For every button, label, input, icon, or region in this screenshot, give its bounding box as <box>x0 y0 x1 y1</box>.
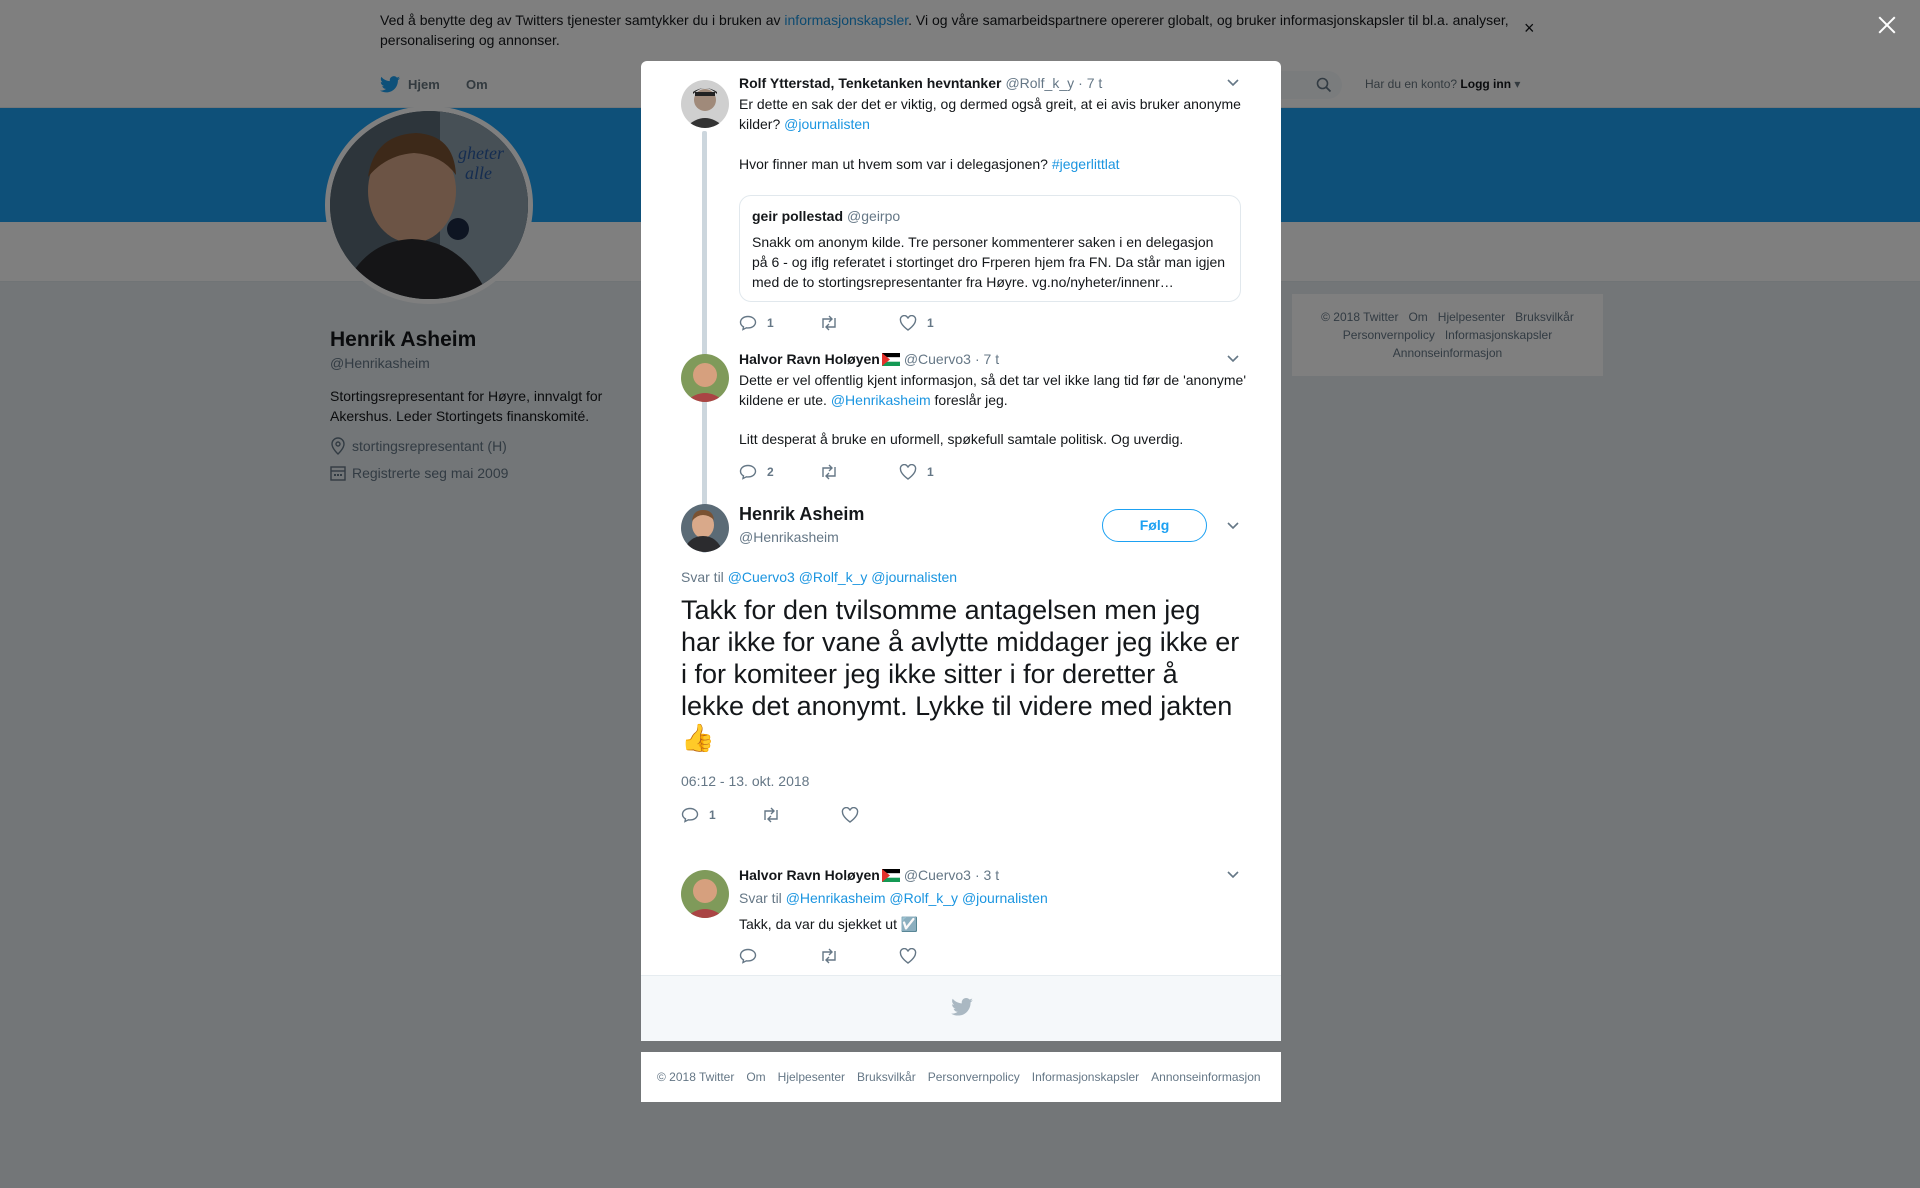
main-tweet-author-name[interactable]: Henrik Asheim <box>739 504 864 525</box>
main-tweet-author-handle[interactable]: @Henrikasheim <box>739 529 839 545</box>
avatar[interactable] <box>681 354 729 402</box>
like-count: 1 <box>927 316 934 330</box>
tweet-time[interactable]: · 3 t <box>975 867 999 883</box>
page-footer: © 2018 Twitter Om Hjelpesenter Bruksvilk… <box>641 1052 1281 1102</box>
footer-link-privacy[interactable]: Personvernpolicy <box>928 1070 1020 1084</box>
palestine-flag-icon <box>881 353 900 369</box>
reply-mentions[interactable]: @Cuervo3 @Rolf_k_y @journalisten <box>728 569 957 585</box>
reply-icon <box>681 807 699 823</box>
like-button[interactable]: 1 <box>899 315 979 331</box>
reply-count: 1 <box>767 316 774 330</box>
reply-button[interactable]: 1 <box>681 807 761 823</box>
heart-icon <box>899 464 917 480</box>
reply-button[interactable]: 1 <box>739 315 819 331</box>
reply-icon <box>739 315 757 331</box>
tweet-author-handle[interactable]: @Cuervo3 <box>904 351 971 367</box>
reply-context: Svar til @Henrikasheim @Rolf_k_y @journa… <box>739 890 1048 906</box>
footer-link-cookies[interactable]: Informasjonskapsler <box>1032 1070 1139 1084</box>
like-button[interactable]: 1 <box>899 464 979 480</box>
reply-icon <box>739 464 757 480</box>
retweet-icon <box>764 807 778 823</box>
tweet-author-name[interactable]: Halvor Ravn Holøyen <box>739 351 880 367</box>
quoted-tweet[interactable]: geir pollestad @geirpo Snakk om anonym ki… <box>739 195 1241 302</box>
chevron-down-icon[interactable] <box>1227 79 1239 87</box>
tweet-text: Dette er vel offentlig kjent informasjon… <box>739 372 1247 408</box>
follow-button[interactable]: Følg <box>1102 509 1207 542</box>
tweet-header: Halvor Ravn Holøyen @Cuervo3 · 7 t <box>739 351 999 369</box>
like-button[interactable] <box>899 948 979 964</box>
tweet-actions: 2 1 <box>739 464 979 480</box>
retweet-icon <box>822 948 836 964</box>
like-count: 1 <box>927 465 934 479</box>
heart-icon <box>899 315 917 331</box>
tweet-time[interactable]: · 7 t <box>975 351 999 367</box>
main-tweet-timestamp[interactable]: 06:12 - 13. okt. 2018 <box>681 773 809 789</box>
chevron-down-icon[interactable] <box>1227 871 1239 879</box>
mention-link[interactable]: @Henrikasheim <box>831 392 931 408</box>
retweet-button[interactable] <box>819 315 899 331</box>
palestine-flag-icon <box>881 869 900 885</box>
tweet-text: Takk, da var du sjekket ut ☑️ <box>739 916 919 932</box>
avatar[interactable] <box>681 80 729 128</box>
tweet-author-name[interactable]: Halvor Ravn Holøyen <box>739 867 880 883</box>
retweet-button[interactable] <box>819 464 899 480</box>
mention-link[interactable]: @journalisten <box>784 116 870 132</box>
retweet-button[interactable] <box>761 807 841 823</box>
tweet-header: Halvor Ravn Holøyen @Cuervo3 · 3 t <box>739 867 999 885</box>
reply-context: Svar til @Cuervo3 @Rolf_k_y @journaliste… <box>681 569 958 585</box>
footer-link-about[interactable]: Om <box>746 1070 765 1084</box>
heart-icon <box>841 807 859 823</box>
avatar[interactable] <box>681 504 729 552</box>
tweet-author-handle[interactable]: @Cuervo3 <box>904 867 971 883</box>
reply-icon <box>739 948 757 964</box>
reply-mentions[interactable]: @Henrikasheim @Rolf_k_y @journalisten <box>786 890 1048 906</box>
quote-text: Snakk om anonym kilde. Tre personer komm… <box>752 234 1226 290</box>
thread-line <box>702 131 707 553</box>
hashtag-link[interactable]: #jegerlittlat <box>1052 156 1120 172</box>
like-button[interactable] <box>841 807 921 823</box>
tweet-modal: Rolf Ytterstad, Tenketanken hevntanker @R… <box>641 61 1281 1041</box>
reply-count: 1 <box>709 808 716 822</box>
tweet-actions <box>739 948 979 964</box>
twitter-bird-icon <box>951 998 973 1016</box>
heart-icon <box>899 948 917 964</box>
tweet-actions: 1 <box>681 807 921 823</box>
close-icon[interactable] <box>1872 10 1902 40</box>
chevron-down-icon[interactable] <box>1227 355 1239 363</box>
retweet-icon <box>822 464 836 480</box>
tweet-header: Rolf Ytterstad, Tenketanken hevntanker @R… <box>739 75 1102 91</box>
tweet-author-name[interactable]: Rolf Ytterstad, Tenketanken hevntanker <box>739 75 1001 91</box>
footer-link-ads[interactable]: Annonseinformasjon <box>1151 1070 1260 1084</box>
tweet-text: Litt desperat å bruke en uformell, spøke… <box>739 431 1184 447</box>
retweet-button[interactable] <box>819 948 899 964</box>
tweet-time[interactable]: · 7 t <box>1078 75 1102 91</box>
main-tweet-text: Takk for den tvilsomme antagelsen men je… <box>681 595 1240 753</box>
footer-link-terms[interactable]: Bruksvilkår <box>857 1070 916 1084</box>
retweet-icon <box>822 315 836 331</box>
footer-link-help[interactable]: Hjelpesenter <box>778 1070 845 1084</box>
reply-button[interactable]: 2 <box>739 464 819 480</box>
footer-copyright: © 2018 Twitter <box>657 1070 735 1084</box>
quote-author-handle: @geirpo <box>847 208 901 224</box>
tweet-author-handle[interactable]: @Rolf_k_y <box>1005 75 1074 91</box>
reply-button[interactable] <box>739 948 819 964</box>
tweet-text: Er dette en sak der det er viktig, og de… <box>739 96 1241 132</box>
chevron-down-icon[interactable] <box>1227 522 1239 530</box>
reply-count: 2 <box>767 465 774 479</box>
modal-footer <box>641 975 1281 1041</box>
tweet-text: Hvor finner man ut hvem som var i delega… <box>739 156 1120 172</box>
avatar[interactable] <box>681 870 729 918</box>
quote-author-name: geir pollestad <box>752 208 844 224</box>
tweet-actions: 1 1 <box>739 315 979 331</box>
